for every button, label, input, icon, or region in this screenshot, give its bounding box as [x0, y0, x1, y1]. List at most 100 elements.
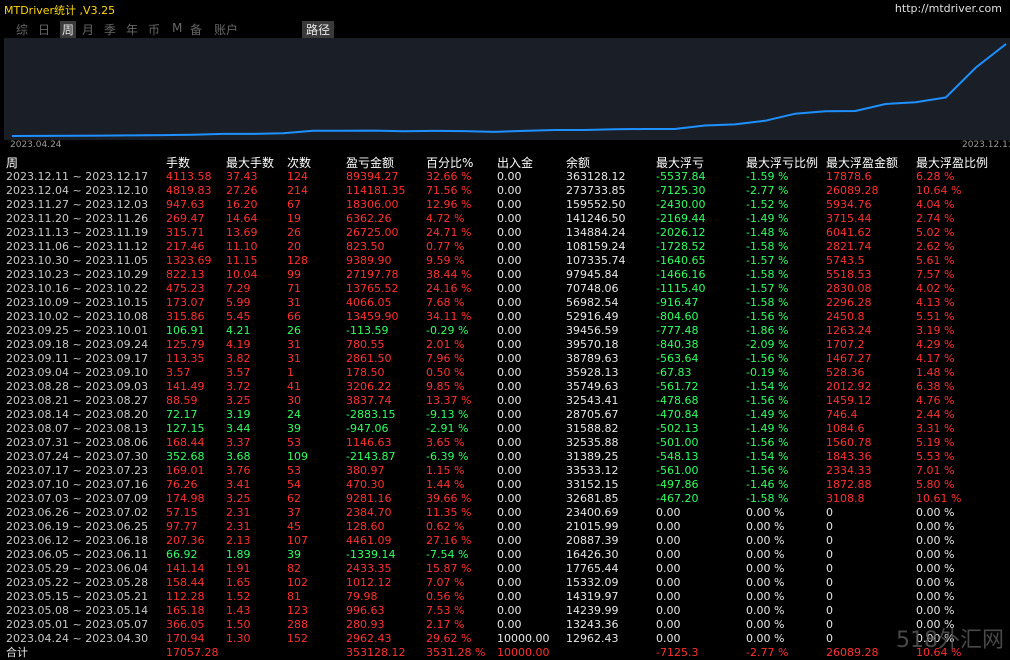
table-row[interactable]: 2023.05.29 ~ 2023.06.04 141.14 1.91 82 2433.… [0, 562, 1010, 576]
table-row[interactable]: 2023.07.17 ~ 2023.07.23 169.01 3.76 53 380.9… [0, 464, 1010, 478]
table-row[interactable]: 2023.09.11 ~ 2023.09.17 113.35 3.82 31 2861.… [0, 352, 1010, 366]
table-cell: 0.00 [656, 520, 681, 533]
toolbar-tab-0[interactable]: 综 [16, 21, 28, 38]
table-cell: -5537.84 [656, 170, 706, 183]
table-cell: 0 [826, 548, 833, 561]
table-cell: 2023.06.26 ~ 2023.07.02 [6, 506, 149, 519]
table-row[interactable]: 2023.11.06 ~ 2023.11.12 217.46 11.10 20 823.… [0, 240, 1010, 254]
toolbar-tab-3[interactable]: 月 [82, 21, 94, 38]
table-cell: 9281.16 [346, 492, 392, 505]
table-cell: 32543.41 [566, 394, 619, 407]
column-header[interactable]: 次数 [287, 156, 311, 170]
table-cell: 4113.58 [166, 170, 212, 183]
table-cell: 0.77 % [426, 240, 465, 253]
table-row[interactable]: 2023.11.20 ~ 2023.11.26 269.47 14.64 19 6362… [0, 212, 1010, 226]
toolbar-tab-9[interactable]: 账户 [214, 21, 238, 38]
table-row[interactable]: 2023.06.19 ~ 2023.06.25 97.77 2.31 45 128.60… [0, 520, 1010, 534]
toolbar-tab-4[interactable]: 季 [104, 21, 116, 38]
table-row[interactable]: 2023.11.13 ~ 2023.11.19 315.71 13.69 26 2672… [0, 226, 1010, 240]
column-header[interactable]: 出入金 [497, 156, 533, 170]
table-cell: 0.00 % [746, 548, 785, 561]
table-cell: 1467.27 [826, 352, 872, 365]
table-cell: 2023.07.31 ~ 2023.08.06 [6, 436, 149, 449]
table-cell: 0.00 [497, 394, 522, 407]
column-header[interactable]: 最大浮亏比例 [746, 156, 818, 170]
table-cell: 273733.85 [566, 184, 626, 197]
table-row[interactable]: 2023.05.08 ~ 2023.05.14 165.18 1.43 123 996.… [0, 604, 1010, 618]
table-cell: -1.54 % [746, 380, 789, 393]
table-cell: 0.00 % [916, 590, 955, 603]
toolbar-tab-5[interactable]: 年 [126, 21, 138, 38]
table-cell: 0.00 % [916, 520, 955, 533]
table-row[interactable]: 2023.08.14 ~ 2023.08.20 72.17 3.19 24 -2883.… [0, 408, 1010, 422]
table-row[interactable]: 2023.05.01 ~ 2023.05.07 366.05 1.50 288 280.… [0, 618, 1010, 632]
table-cell: 0.00 % [746, 562, 785, 575]
table-cell: 5.61 % [916, 254, 955, 267]
table-row[interactable]: 2023.07.31 ~ 2023.08.06 168.44 3.37 53 1146.… [0, 436, 1010, 450]
column-header[interactable]: 最大浮盈金额 [826, 156, 898, 170]
column-header[interactable]: 周 [6, 156, 18, 170]
table-row[interactable]: 2023.10.09 ~ 2023.10.15 173.07 5.99 31 4066.… [0, 296, 1010, 310]
table-row[interactable]: 2023.04.24 ~ 2023.04.30 170.94 1.30 152 2962… [0, 632, 1010, 646]
table-row[interactable]: 2023.06.26 ~ 2023.07.02 57.15 2.31 37 2384.7… [0, 506, 1010, 520]
table-cell: 0.00 [497, 198, 522, 211]
table-cell: -2883.15 [346, 408, 396, 421]
table-cell: 39 [287, 422, 301, 435]
path-button[interactable]: 路径 [302, 21, 335, 38]
chart-end-date: 2023.12.11 [962, 140, 1010, 150]
toolbar-tab-2[interactable]: 周 [60, 21, 77, 38]
table-row[interactable]: 2023.06.05 ~ 2023.06.11 66.92 1.89 39 -1339.… [0, 548, 1010, 562]
table-cell: 0.00 [497, 352, 522, 365]
column-header[interactable]: 最大手数 [226, 156, 274, 170]
table-row[interactable]: 2023.07.24 ~ 2023.07.30 352.68 3.68 109 -214… [0, 450, 1010, 464]
table-cell: -1.46 % [746, 478, 789, 491]
toolbar-tab-6[interactable]: 币 [148, 21, 160, 38]
table-cell: 0.00 [497, 338, 522, 351]
column-header[interactable]: 最大浮盈比例 [916, 156, 988, 170]
column-header[interactable]: 余额 [566, 156, 590, 170]
table-row[interactable]: 2023.05.15 ~ 2023.05.21 112.28 1.52 81 79.98… [0, 590, 1010, 604]
table-cell: 2023.04.24 ~ 2023.04.30 [6, 632, 149, 645]
table-row[interactable]: 2023.10.23 ~ 2023.10.29 822.13 10.04 99 2719… [0, 268, 1010, 282]
column-header[interactable]: 手数 [166, 156, 190, 170]
table-cell: 112.28 [166, 590, 205, 603]
table-row[interactable]: 2023.10.16 ~ 2023.10.22 475.23 7.29 71 13765… [0, 282, 1010, 296]
table-row[interactable]: 2023.08.28 ~ 2023.09.03 141.49 3.72 41 3206.… [0, 380, 1010, 394]
table-cell: 5.51 % [916, 310, 955, 323]
table-cell: 947.63 [166, 198, 205, 211]
table-row[interactable]: 2023.12.04 ~ 2023.12.10 4819.83 27.26 214 11… [0, 184, 1010, 198]
column-header[interactable]: 最大浮亏 [656, 156, 704, 170]
table-row[interactable]: 2023.07.10 ~ 2023.07.16 76.26 3.41 54 470.30… [0, 478, 1010, 492]
table-cell: 4.21 [226, 324, 251, 337]
table-row[interactable]: 2023.10.02 ~ 2023.10.08 315.86 5.45 66 13459… [0, 310, 1010, 324]
table-cell: 0.00 [497, 324, 522, 337]
table-row[interactable]: 2023.09.04 ~ 2023.09.10 3.57 3.57 1 178.50 0.… [0, 366, 1010, 380]
table-row[interactable]: 2023.12.11 ~ 2023.12.17 4113.58 37.43 124 89… [0, 170, 1010, 184]
table-row[interactable]: 2023.08.21 ~ 2023.08.27 88.59 3.25 30 3837.7… [0, 394, 1010, 408]
table-cell: 114181.35 [346, 184, 406, 197]
table-row[interactable]: 2023.06.12 ~ 2023.06.18 207.36 2.13 107 4461… [0, 534, 1010, 548]
table-row[interactable]: 2023.11.27 ~ 2023.12.03 947.63 16.20 67 1830… [0, 198, 1010, 212]
table-cell: -9.13 % [426, 408, 469, 421]
table-cell: 16426.30 [566, 548, 619, 561]
table-cell: 4.76 % [916, 394, 955, 407]
toolbar-tab-7[interactable]: M [172, 21, 182, 35]
table-cell: 178.50 [346, 366, 385, 379]
table-cell: 27.16 % [426, 534, 472, 547]
table-cell: 0.00 % [746, 506, 785, 519]
table-row[interactable]: 2023.09.25 ~ 2023.10.01 106.91 4.21 26 -113.… [0, 324, 1010, 338]
balance-chart [4, 38, 1010, 153]
table-cell: 31389.25 [566, 450, 619, 463]
toolbar-tab-1[interactable]: 日 [38, 21, 50, 38]
table-row[interactable]: 2023.09.18 ~ 2023.09.24 125.79 4.19 31 780.5… [0, 338, 1010, 352]
column-header[interactable]: 百分比% [426, 156, 473, 170]
total-cell: 17057.28 [166, 646, 219, 659]
table-row[interactable]: 2023.05.22 ~ 2023.05.28 158.44 1.65 102 1012… [0, 576, 1010, 590]
table-cell: 1.65 [226, 576, 251, 589]
table-row[interactable]: 2023.07.03 ~ 2023.07.09 174.98 3.25 62 9281.… [0, 492, 1010, 506]
column-header[interactable]: 盈亏金额 [346, 156, 394, 170]
website-link[interactable]: http://mtdriver.com [895, 2, 1002, 15]
table-row[interactable]: 2023.10.30 ~ 2023.11.05 1323.69 11.15 128 93… [0, 254, 1010, 268]
table-row[interactable]: 2023.08.07 ~ 2023.08.13 127.15 3.44 39 -947.… [0, 422, 1010, 436]
toolbar-tab-8[interactable]: 备 [190, 21, 202, 38]
